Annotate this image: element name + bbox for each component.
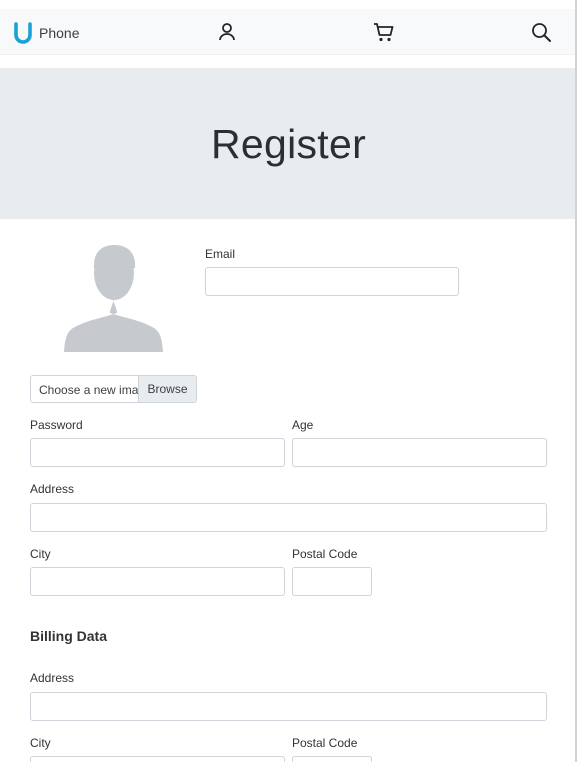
file-input-placeholder: Choose a new image — [39, 383, 139, 397]
top-strip — [0, 0, 577, 9]
billing-section-title: Billing Data — [30, 628, 108, 644]
brand-link[interactable]: Phone — [13, 22, 79, 44]
postal-code-field[interactable] — [292, 567, 372, 596]
password-field[interactable] — [30, 438, 285, 467]
city-label: City — [30, 547, 51, 561]
password-label: Password — [30, 418, 83, 432]
age-label: Age — [292, 418, 314, 432]
image-file-input[interactable]: Choose a new image Browse — [30, 375, 197, 403]
user-icon[interactable] — [216, 21, 238, 43]
page-header: Register — [0, 68, 577, 219]
navbar-spacer — [0, 55, 577, 68]
address-label: Address — [30, 482, 75, 496]
billing-address-label: Address — [30, 671, 75, 685]
address-field[interactable] — [30, 503, 547, 532]
billing-postal-code-field[interactable] — [292, 756, 372, 762]
search-icon[interactable] — [530, 21, 552, 43]
billing-postal-code-label: Postal Code — [292, 736, 358, 750]
avatar-placeholder-icon[interactable] — [30, 240, 164, 354]
cart-icon[interactable] — [373, 21, 395, 43]
browse-button[interactable]: Browse — [138, 376, 196, 402]
brand-name: Phone — [39, 25, 80, 41]
age-field[interactable] — [292, 438, 547, 467]
navbar: Phone — [0, 9, 577, 55]
city-field[interactable] — [30, 567, 285, 596]
billing-city-field[interactable] — [30, 756, 285, 762]
brand-logo-icon — [14, 22, 32, 44]
page-title: Register — [210, 121, 367, 167]
email-label: Email — [205, 247, 236, 261]
postal-code-label: Postal Code — [292, 547, 358, 561]
billing-address-field[interactable] — [30, 692, 547, 721]
billing-city-label: City — [30, 736, 51, 750]
email-field[interactable] — [205, 267, 459, 296]
